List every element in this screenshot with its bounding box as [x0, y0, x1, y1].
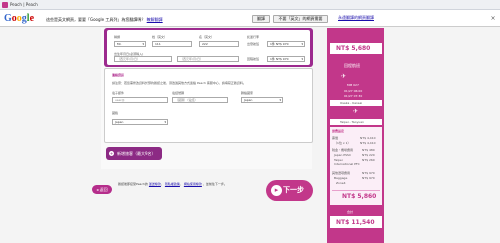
- baggage-return-select[interactable]: 1件 NT$ 970: [267, 56, 305, 62]
- contact-section: 連絡資訊 請注意：若您需修改資料於預約確認之後，須透過其他方式連絡 Peach …: [104, 68, 313, 143]
- plane-icon: ✈: [341, 73, 347, 80]
- privacy-link[interactable]: 隱私權政策: [165, 182, 180, 186]
- givenname-label: 名（英文）: [199, 35, 215, 39]
- fare-sub: （1位 x 1）: [334, 141, 351, 145]
- baggage-item-value: NT$ 970: [362, 176, 375, 180]
- total-label: 合計: [347, 210, 354, 214]
- dob-input[interactable]: （西元年/月/日）: [114, 56, 172, 62]
- tax-item1: Japan PSSC: [334, 153, 352, 157]
- route-card: Osaka - Kansai: [330, 100, 382, 106]
- fare-total: NT$ 4,410: [360, 141, 376, 145]
- tax-item1-value: NT$ 220: [362, 153, 375, 157]
- never-translate-button[interactable]: 不要「英文」的網頁需要: [273, 15, 328, 23]
- peach-favicon-icon: [2, 2, 8, 8]
- window-title: Peach | Peach: [10, 2, 38, 7]
- passenger-section: 稱謂 Mr. 姓（英文） 111 名（英文） 222 出生年月日(必須輸入) （…: [104, 28, 313, 67]
- route-to-card: Taipei - Taoyuan: [330, 119, 382, 125]
- return-subtotal: NT$ 5,860: [342, 193, 377, 200]
- route-from: Osaka - Kansai: [340, 101, 363, 105]
- back-button[interactable]: ◂ 返回: [92, 185, 112, 194]
- plus-icon: +: [109, 151, 114, 156]
- baggage-outbound-select[interactable]: 1件 NT$ 970: [267, 41, 305, 47]
- close-icon[interactable]: ×: [489, 15, 497, 23]
- tax-value: NT$ 480: [362, 148, 375, 152]
- google-logo: Google: [4, 13, 35, 24]
- tax-label: 稅金・機場費用: [332, 148, 354, 152]
- terms-link[interactable]: 運送條款: [149, 182, 161, 186]
- zone-label: Zone4: [336, 181, 346, 185]
- outbound-price-card: NT$ 5,680: [330, 43, 382, 54]
- tax-item2-value: NT$ 260: [362, 158, 375, 162]
- baggage-return-label: 回程航班: [247, 57, 260, 61]
- options-value: NT$ 970: [362, 171, 375, 175]
- phone-label: 電話號碼: [172, 91, 185, 95]
- translate-message: 這些是英文網頁，要要「Google 工具列」為您翻譯嗎？ 瞭解翻譯: [46, 17, 163, 22]
- next-button[interactable]: ▸ 下一步: [266, 180, 313, 201]
- learn-more-link[interactable]: 瞭解翻譯: [147, 17, 163, 22]
- options-label: 其他選項費用: [332, 171, 351, 175]
- surname-input[interactable]: 111: [152, 41, 192, 47]
- title-select[interactable]: Mr.: [114, 41, 146, 47]
- baggage-outbound-label: 出發航班: [247, 42, 260, 46]
- google-translate-bar: Google 這些是英文網頁，要要「Google 工具列」為您翻譯嗎？ 瞭解翻譯…: [0, 10, 500, 27]
- fare-value: NT$ 4,410: [360, 136, 376, 140]
- return-label: 回程航班: [344, 63, 360, 68]
- depart-time: 01/27 06:00: [344, 89, 363, 93]
- title-label: 稱謂: [114, 35, 121, 39]
- dob-input-2[interactable]: （西元年/月/日）: [177, 56, 239, 62]
- nationality-label: 國籍: [112, 111, 119, 115]
- givenname-input[interactable]: 222: [199, 41, 239, 47]
- baggage-label: 託運行李: [247, 35, 260, 39]
- divider: [332, 190, 380, 191]
- flight-number: MM 027: [347, 83, 359, 87]
- nationality-select[interactable]: Japan: [112, 119, 168, 125]
- fare-label: 票價: [332, 136, 339, 140]
- outbound-price: NT$ 5,680: [336, 45, 371, 52]
- total-value: NT$ 11,540: [336, 219, 375, 226]
- email-input[interactable]: user@: [112, 97, 168, 103]
- fare-breakdown: 旅費設定 票價 NT$ 4,410 （1位 x 1） NT$ 4,410 稅金・…: [330, 127, 382, 205]
- terms-note: 確認後即接受Peach的 運送條款、 隱私權政策、 網站使用條款 ，並前往下一步…: [118, 182, 227, 186]
- baggage-item: Baggage: [334, 176, 348, 180]
- route-to: Taipei - Taoyuan: [340, 120, 365, 124]
- fare-type: 旅費設定: [332, 129, 345, 133]
- phone-input[interactable]: （國碼）（電話）: [172, 97, 228, 103]
- total-card: NT$ 11,540: [330, 216, 382, 228]
- surname-label: 姓（英文）: [152, 35, 168, 39]
- site-terms-link[interactable]: 網站使用條款: [184, 182, 202, 186]
- tax-item2: Taipei International PFC: [334, 158, 360, 166]
- country-label: 聯絡國家: [241, 91, 254, 95]
- arrive-time: 01/27 07:30: [344, 94, 363, 98]
- country-select[interactable]: Japan: [241, 97, 283, 103]
- email-label: 電子郵件: [112, 91, 125, 95]
- translate-button[interactable]: 翻譯: [252, 15, 270, 23]
- booking-summary: NT$ 5,680 回程航班 ✈ MM 027 01/27 06:00 01/2…: [327, 28, 384, 243]
- plane-down-icon: ✈: [353, 108, 359, 115]
- passenger-form: 稱謂 Mr. 姓（英文） 111 名（英文） 222 出生年月日(必須輸入) （…: [107, 30, 310, 65]
- contact-title: 連絡資訊: [112, 73, 125, 77]
- window-titlebar: Peach | Peach: [0, 0, 500, 10]
- add-passenger-button[interactable]: + 新增旅客（最大9名）: [106, 147, 162, 160]
- contact-note: 請注意：若您需修改資料於預約確認之後，須透過其他方式連絡 Peach 客服中心，…: [112, 81, 246, 85]
- translate-options-link[interactable]: 永遠翻譯的網頁翻譯: [331, 15, 381, 23]
- arrow-right-icon: ▸: [271, 185, 282, 196]
